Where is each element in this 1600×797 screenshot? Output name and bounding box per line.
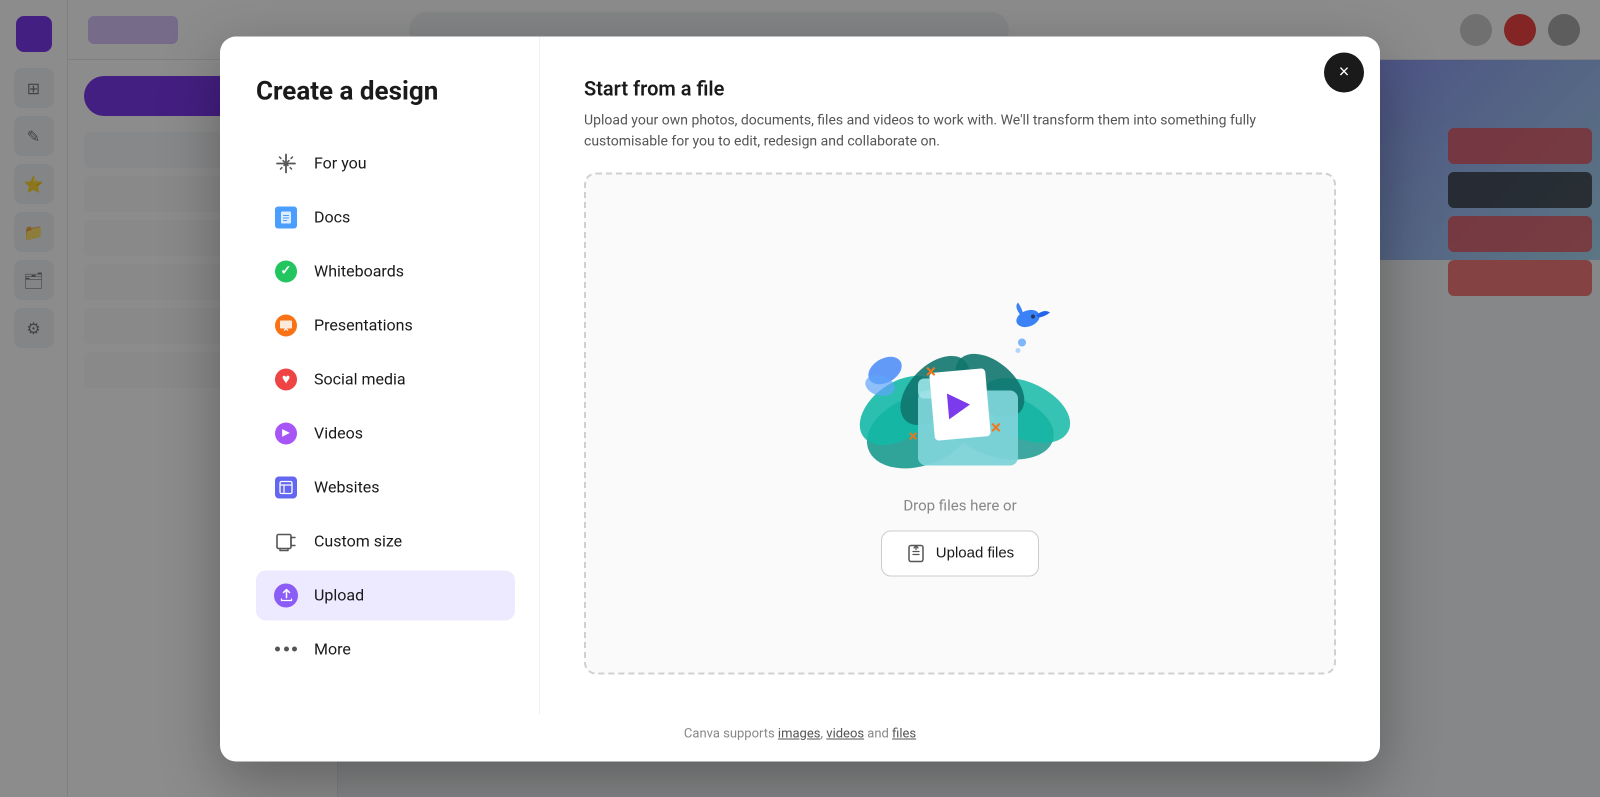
drop-text: Drop files here or <box>903 496 1016 514</box>
svg-text:✕: ✕ <box>925 364 937 380</box>
upload-files-button-label: Upload files <box>936 545 1014 562</box>
upload-icon <box>272 581 300 609</box>
custom-size-icon <box>272 527 300 555</box>
nav-item-for-you[interactable]: For you <box>256 138 515 188</box>
nav-item-docs-label: Docs <box>314 208 350 227</box>
website-icon <box>272 473 300 501</box>
nav-item-websites-label: Websites <box>314 478 380 497</box>
nav-item-presentations[interactable]: Presentations <box>256 300 515 350</box>
nav-item-docs[interactable]: Docs <box>256 192 515 242</box>
nav-item-social-media-label: Social media <box>314 370 406 389</box>
nav-item-videos[interactable]: ▶ Videos <box>256 408 515 458</box>
footer-link-videos[interactable]: videos <box>826 726 864 741</box>
video-icon: ▶ <box>272 419 300 447</box>
sparkle-icon <box>272 149 300 177</box>
nav-item-more[interactable]: More <box>256 624 515 674</box>
close-button[interactable]: × <box>1324 52 1364 92</box>
nav-item-for-you-label: For you <box>314 154 367 173</box>
nav-item-upload-label: Upload <box>314 586 364 605</box>
svg-text:✕: ✕ <box>908 429 918 443</box>
nav-item-whiteboards-label: Whiteboards <box>314 262 404 281</box>
footer-text-prefix: Canva supports <box>684 726 778 741</box>
upload-file-icon <box>906 543 926 563</box>
nav-item-videos-label: Videos <box>314 424 363 443</box>
nav-item-more-label: More <box>314 640 351 659</box>
footer-link-files[interactable]: files <box>892 726 916 741</box>
nav-item-presentations-label: Presentations <box>314 316 413 335</box>
nav-item-social-media[interactable]: ♥ Social media <box>256 354 515 404</box>
modal-title: Create a design <box>256 76 515 106</box>
content-title: Start from a file <box>584 76 1336 100</box>
whiteboard-icon: ✓ <box>272 257 300 285</box>
nav-item-custom-size-label: Custom size <box>314 532 402 551</box>
upload-illustration: ✕ ✕ ✕ <box>840 270 1080 480</box>
upload-files-button[interactable]: Upload files <box>881 530 1039 576</box>
svg-text:✕: ✕ <box>990 420 1002 436</box>
nav-item-websites[interactable]: Websites <box>256 462 515 512</box>
footer-link-images[interactable]: images <box>778 726 821 741</box>
create-design-modal: × Create a design For you <box>220 36 1380 761</box>
content-description: Upload your own photos, documents, files… <box>584 110 1336 152</box>
modal-nav-panel: Create a design For you <box>220 36 540 714</box>
nav-items-list: For you Docs <box>256 138 515 674</box>
nav-item-custom-size[interactable]: Custom size <box>256 516 515 566</box>
upload-drop-zone[interactable]: ✕ ✕ ✕ Drop files here or <box>584 172 1336 674</box>
nav-item-whiteboards[interactable]: ✓ Whiteboards <box>256 246 515 296</box>
doc-icon <box>272 203 300 231</box>
presentation-icon <box>272 311 300 339</box>
social-icon: ♥ <box>272 365 300 393</box>
more-icon <box>272 635 300 663</box>
modal-content-panel: Start from a file Upload your own photos… <box>540 36 1380 714</box>
nav-item-upload[interactable]: Upload <box>256 570 515 620</box>
modal-footer: Canva supports images, videos and files <box>220 714 1380 761</box>
